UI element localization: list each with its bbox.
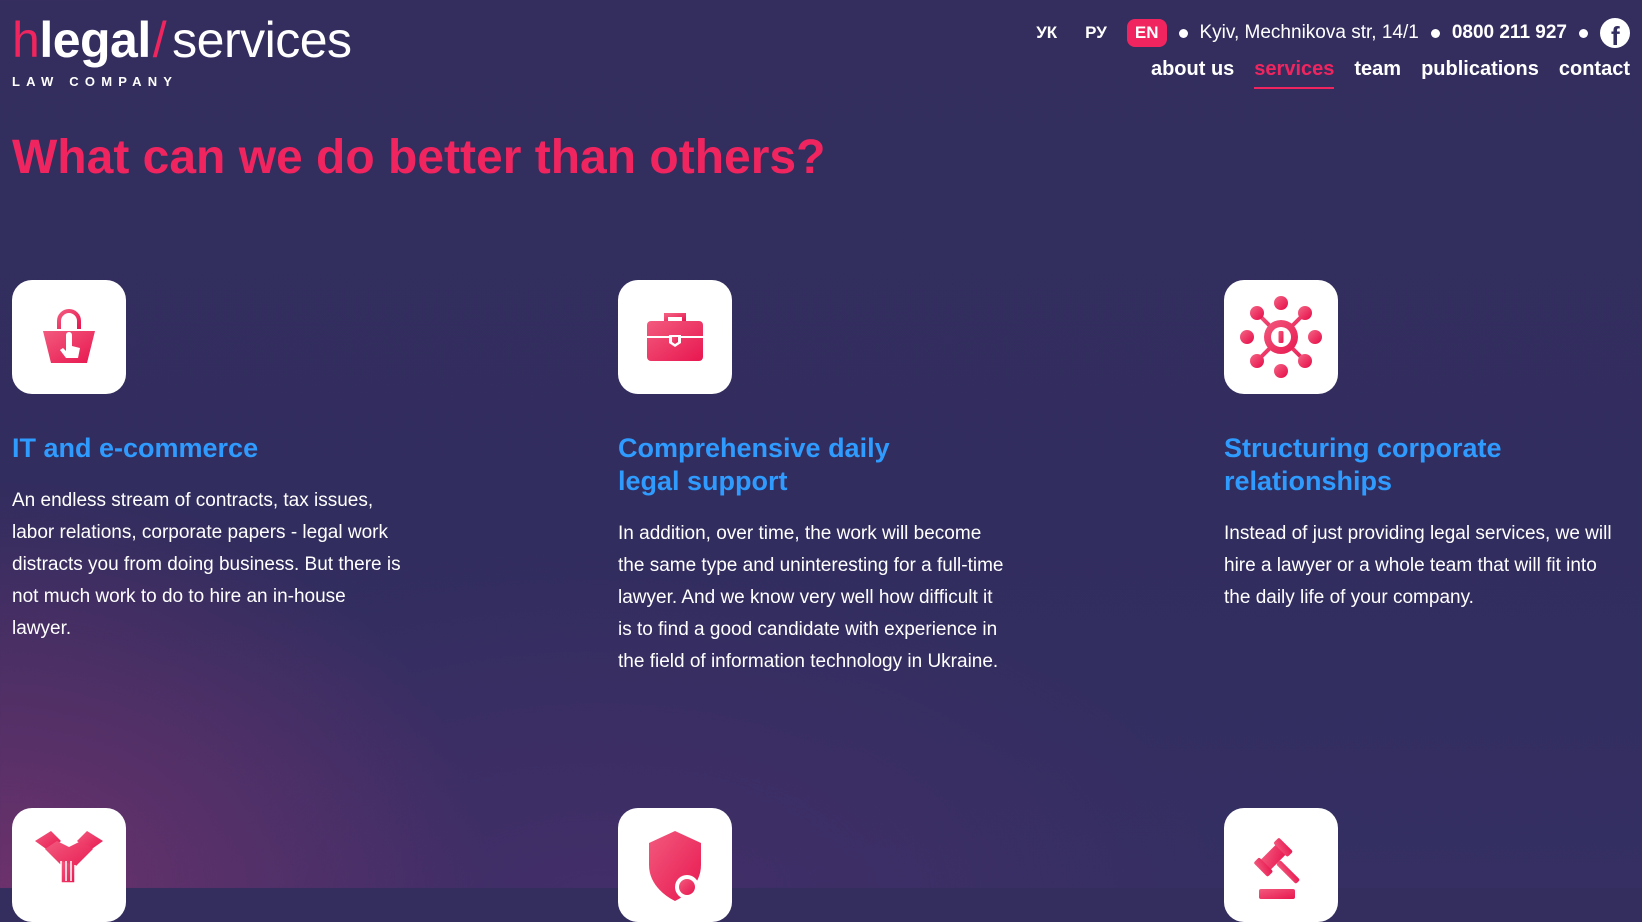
icon-box xyxy=(1224,808,1338,922)
logo-services: services xyxy=(172,12,352,68)
page-title: What can we do better than others? xyxy=(12,131,826,184)
service-card-partial xyxy=(618,808,732,922)
gavel-icon xyxy=(1254,838,1300,899)
service-card-daily-support: Comprehensive daily legal support In add… xyxy=(618,280,1008,678)
top-bar: УК РУ EN Kyiv, Mechnikova str, 14/1 0800… xyxy=(1028,17,1630,51)
nav-publications[interactable]: publications xyxy=(1421,58,1539,89)
icon-box xyxy=(12,280,126,394)
card-text: Instead of just providing legal services… xyxy=(1224,523,1612,608)
lang-en[interactable]: EN xyxy=(1126,19,1167,47)
icon-box xyxy=(1224,280,1338,394)
lang-uk[interactable]: УК xyxy=(1028,19,1065,47)
phone-link[interactable]: 0800 211 927 xyxy=(1452,22,1567,44)
service-card-it-ecommerce: IT and e-commerce An endless stream of c… xyxy=(12,280,402,645)
address: Kyiv, Mechnikova str, 14/1 xyxy=(1199,22,1419,43)
logo-legal: legal xyxy=(39,12,151,68)
logo-h: h xyxy=(12,12,40,68)
card-text: In addition, over time, the work will be… xyxy=(618,523,1004,672)
card-title: Structuring corporate relationships xyxy=(1224,433,1502,496)
facebook-icon[interactable]: f xyxy=(1600,18,1630,51)
service-card-partial xyxy=(1224,808,1338,922)
icon-box xyxy=(12,808,126,922)
separator-dot xyxy=(1430,28,1440,38)
main-nav: about us services team publications cont… xyxy=(1151,58,1630,89)
briefcase-icon xyxy=(647,313,703,361)
service-card-partial xyxy=(12,808,126,922)
logo-slash: / xyxy=(152,12,167,68)
card-text: An endless stream of contracts, tax issu… xyxy=(12,490,401,639)
separator-dot xyxy=(1178,28,1188,38)
separator-dot xyxy=(1579,28,1588,38)
nav-services[interactable]: services xyxy=(1254,58,1335,89)
shield-icon xyxy=(649,831,701,901)
handshake-icon xyxy=(35,831,103,884)
card-title: IT and e-commerce xyxy=(12,433,259,463)
card-title: Comprehensive daily legal support xyxy=(618,433,890,496)
network-hub-icon xyxy=(1240,296,1322,378)
nav-team[interactable]: team xyxy=(1354,58,1401,89)
logo[interactable]: hlegal/services LAW COMPANY xyxy=(12,10,352,89)
logo-subtitle: LAW COMPANY xyxy=(12,74,179,89)
nav-about-us[interactable]: about us xyxy=(1151,58,1234,89)
lang-ru[interactable]: РУ xyxy=(1077,19,1115,47)
service-card-corporate-relationships: Structuring corporate relationships Inst… xyxy=(1224,280,1624,614)
shopping-basket-icon xyxy=(43,309,95,363)
nav-contact[interactable]: contact xyxy=(1559,58,1630,89)
icon-box xyxy=(618,280,732,394)
logo-wordmark: hlegal/services xyxy=(12,10,352,70)
icon-box xyxy=(618,808,732,922)
